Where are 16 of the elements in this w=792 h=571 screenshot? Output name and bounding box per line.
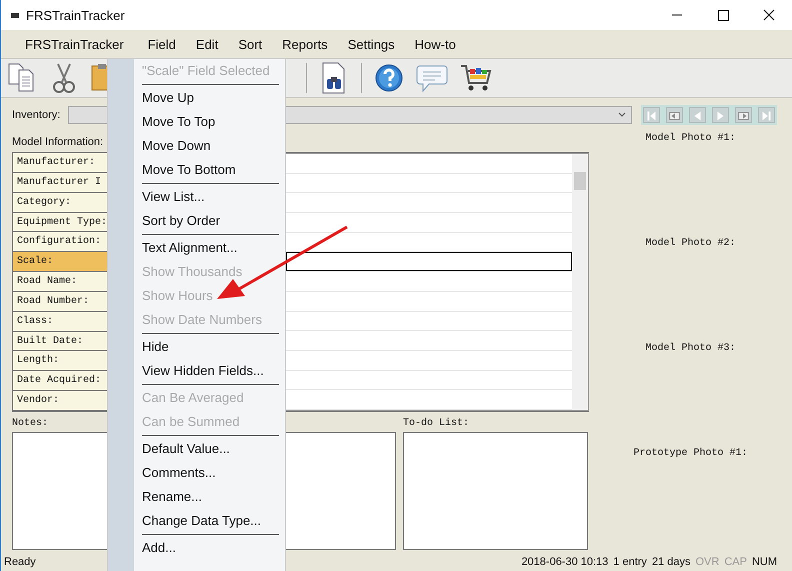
inventory-label: Inventory: bbox=[12, 109, 62, 121]
photo-label: Model Photo #1: bbox=[645, 133, 736, 146]
notes-label: Notes: bbox=[12, 418, 48, 431]
photo-label: Prototype Photo #1: bbox=[633, 448, 748, 461]
status-entries: 1 entry bbox=[613, 556, 647, 568]
section-label: Model Information: bbox=[12, 136, 104, 150]
photo-label: Model Photo #3: bbox=[645, 343, 736, 356]
status-indicator: NUM bbox=[752, 556, 777, 568]
todo-label: To-do List: bbox=[403, 418, 470, 431]
photo-label: Model Photo #2: bbox=[645, 238, 736, 251]
status-indicator: CAP bbox=[724, 556, 747, 568]
window-title: FRSTrainTracker bbox=[26, 8, 125, 22]
status-indicator: OVR bbox=[695, 556, 720, 568]
status-days: 21 days bbox=[652, 556, 690, 568]
status-datetime: 2018-06-30 10:13 bbox=[521, 556, 608, 568]
status-message: Ready bbox=[4, 556, 36, 568]
